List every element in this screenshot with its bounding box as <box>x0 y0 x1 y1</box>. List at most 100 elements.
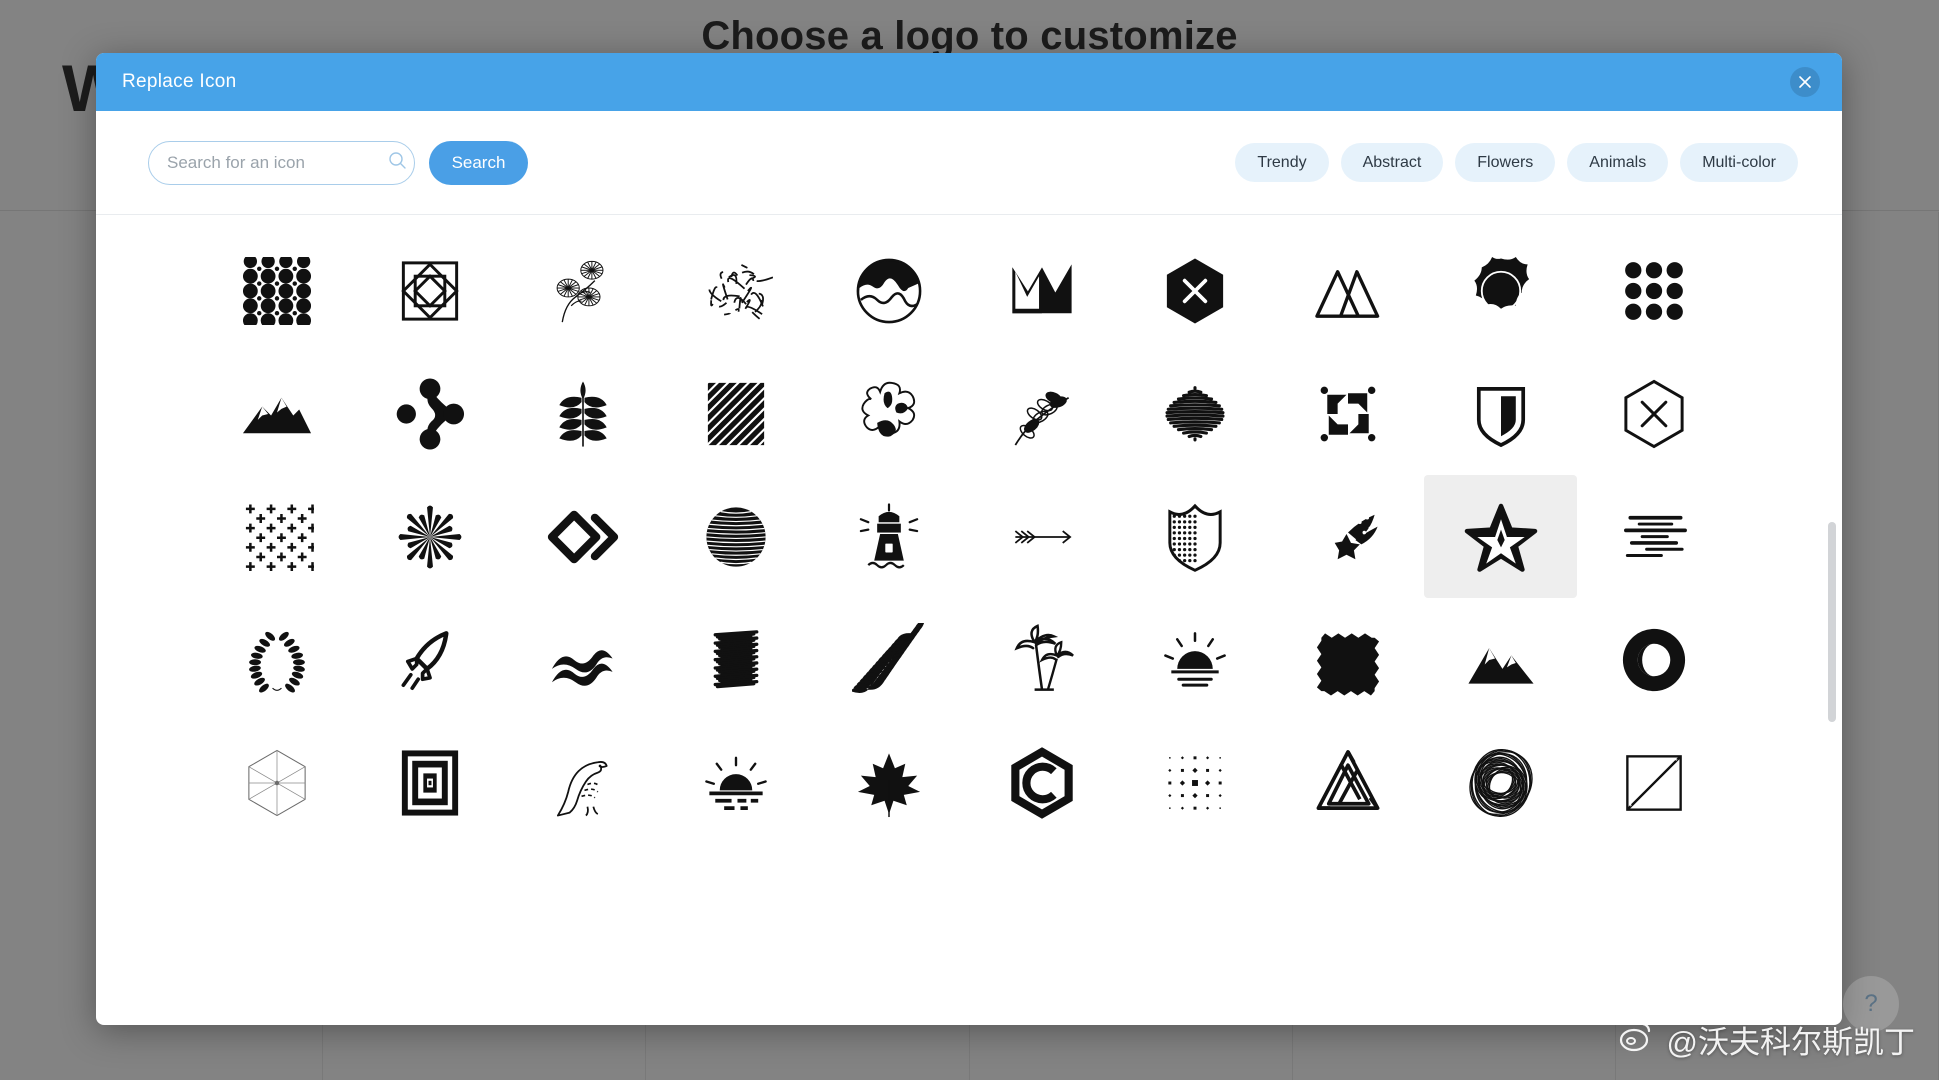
eagle-icon <box>546 746 620 820</box>
icon-cell[interactable] <box>506 352 659 475</box>
feathered-arrow-icon <box>1005 500 1079 574</box>
hexagon-wireframe-icon <box>240 746 314 820</box>
icon-cell[interactable] <box>1118 475 1271 598</box>
icon-cell[interactable] <box>1424 598 1577 721</box>
icon-cell[interactable] <box>659 352 812 475</box>
category-chip-list: Trendy Abstract Flowers Animals Multi-co… <box>1235 143 1798 182</box>
help-button[interactable]: ? <box>1843 976 1899 1032</box>
icon-cell[interactable] <box>1424 721 1577 844</box>
search-input-wrapper[interactable] <box>148 140 415 185</box>
wax-seal-blob-icon <box>1464 254 1538 328</box>
diagonal-stripes-icon <box>699 377 773 451</box>
starburst-petals-icon <box>393 500 467 574</box>
icon-cell[interactable] <box>1271 721 1424 844</box>
botanical-sprig-icon <box>1005 377 1079 451</box>
icon-cell[interactable] <box>1577 721 1730 844</box>
icon-cell[interactable] <box>1271 598 1424 721</box>
split-square-icon <box>1617 746 1691 820</box>
icon-cell[interactable] <box>1118 352 1271 475</box>
palm-frond-icon <box>851 622 926 697</box>
mountain-peaks-icon <box>1464 623 1538 697</box>
icon-cell[interactable] <box>1271 229 1424 352</box>
search-button[interactable]: Search <box>429 140 528 185</box>
icon-cell[interactable] <box>1577 229 1730 352</box>
icon-cell[interactable] <box>1118 229 1271 352</box>
scrollbar-track[interactable] <box>1828 227 1836 1013</box>
icon-cell[interactable] <box>506 229 659 352</box>
chip-multi-color[interactable]: Multi-color <box>1680 143 1798 182</box>
compound-leaf-icon <box>546 377 620 451</box>
icon-cell[interactable] <box>200 721 353 844</box>
icon-cell[interactable] <box>812 721 965 844</box>
chip-abstract[interactable]: Abstract <box>1340 143 1444 182</box>
striped-sphere-icon <box>699 500 773 574</box>
icon-cell[interactable] <box>1424 229 1577 352</box>
hexagon-x-filled-icon <box>1158 254 1232 328</box>
icon-cell[interactable] <box>659 598 812 721</box>
penrose-triangle-icon <box>1311 746 1385 820</box>
close-icon[interactable] <box>1790 67 1820 97</box>
icon-cell[interactable] <box>200 352 353 475</box>
diamond-chevron-icon <box>546 500 620 574</box>
plus-sign-grid-icon <box>240 500 314 574</box>
icon-cell[interactable] <box>965 475 1118 598</box>
polka-dot-pattern-icon <box>240 254 314 328</box>
dialog-header: Replace Icon <box>96 53 1842 111</box>
icon-cell[interactable] <box>1118 598 1271 721</box>
icon-cell[interactable] <box>1424 352 1577 475</box>
icon-cell[interactable] <box>965 598 1118 721</box>
molecule-nodes-icon <box>393 377 467 451</box>
icon-cell[interactable] <box>200 475 353 598</box>
icon-cell[interactable] <box>506 721 659 844</box>
dialog-toolbar: Search Trendy Abstract Flowers Animals M… <box>96 111 1842 215</box>
outlined-star-icon <box>1464 500 1538 574</box>
icon-cell[interactable] <box>812 229 965 352</box>
icon-cell[interactable] <box>659 475 812 598</box>
organic-blob-icon <box>852 377 926 451</box>
icon-cell[interactable] <box>353 352 506 475</box>
icon-cell[interactable] <box>353 229 506 352</box>
icon-cell[interactable] <box>965 229 1118 352</box>
icon-cell[interactable] <box>353 475 506 598</box>
icon-cell[interactable] <box>200 598 353 721</box>
waves-icon <box>546 623 620 697</box>
chip-animals[interactable]: Animals <box>1567 143 1669 182</box>
mountain-silhouette-icon <box>240 377 314 451</box>
zigzag-edge-square-icon <box>1311 623 1385 697</box>
icon-cell[interactable] <box>965 352 1118 475</box>
dotted-shield-icon <box>1158 500 1232 574</box>
speed-lines-icon <box>1617 500 1691 574</box>
laurel-wreath-icon <box>240 623 314 697</box>
icon-cell[interactable] <box>1577 475 1730 598</box>
icon-cell[interactable] <box>1118 721 1271 844</box>
icon-cell[interactable] <box>353 721 506 844</box>
icon-cell[interactable] <box>1271 475 1424 598</box>
icon-cell[interactable] <box>812 352 965 475</box>
icon-cell[interactable] <box>1424 475 1577 598</box>
icon-cell[interactable] <box>812 475 965 598</box>
icon-cell[interactable] <box>200 229 353 352</box>
icon-cell[interactable] <box>659 721 812 844</box>
icon-cell[interactable] <box>1577 598 1730 721</box>
maple-leaf-icon <box>852 746 926 820</box>
icon-cell[interactable] <box>812 598 965 721</box>
nine-dot-grid-icon <box>1617 254 1691 328</box>
scrollbar-thumb[interactable] <box>1828 522 1836 722</box>
icon-grid <box>96 229 1842 844</box>
palm-trees-icon <box>1005 623 1079 697</box>
icon-cell[interactable] <box>353 598 506 721</box>
icon-cell[interactable] <box>1271 352 1424 475</box>
icon-cell[interactable] <box>965 721 1118 844</box>
concentric-squares-icon <box>393 746 467 820</box>
circle-crescent-icon <box>1617 623 1691 697</box>
chip-flowers[interactable]: Flowers <box>1455 143 1556 182</box>
chip-trendy[interactable]: Trendy <box>1235 143 1329 182</box>
icon-cell[interactable] <box>659 229 812 352</box>
search-input[interactable] <box>167 152 388 173</box>
icon-cell[interactable] <box>506 598 659 721</box>
icon-cell[interactable] <box>1577 352 1730 475</box>
shooting-star-icon <box>1311 500 1385 574</box>
icon-grid-scroll-area[interactable] <box>96 215 1842 1025</box>
sunrise-lines-icon <box>699 746 773 820</box>
icon-cell[interactable] <box>506 475 659 598</box>
